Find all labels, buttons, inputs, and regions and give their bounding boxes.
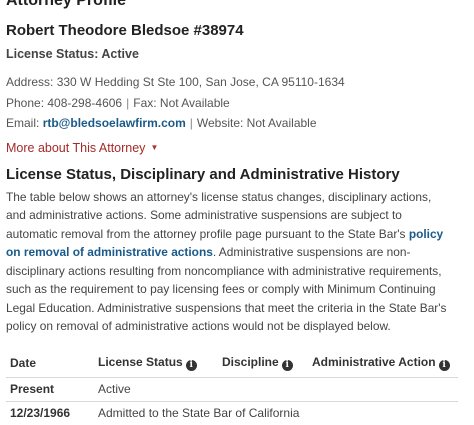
table-row: Present Active bbox=[6, 376, 458, 401]
separator: | bbox=[126, 95, 130, 110]
info-circle-icon[interactable]: i bbox=[185, 360, 197, 371]
table-row: 12/23/1966 Admitted to the State Bar of … bbox=[6, 400, 458, 425]
history-table: Date License Status i Discipline i Adminis… bbox=[6, 352, 458, 425]
separator: | bbox=[189, 116, 193, 130]
phone-text: Phone: 408-298-4606 bbox=[6, 95, 123, 110]
attorney-profile-page: Attorney Profile Robert Theodore Bledsoe… bbox=[6, 0, 466, 425]
section-title: Attorney Profile bbox=[6, 0, 127, 9]
email-link[interactable]: rtb@bledsoelawfirm.com bbox=[43, 116, 186, 130]
history-title: License Status, Disciplinary and Adminis… bbox=[6, 165, 400, 183]
info-circle-icon[interactable]: i bbox=[281, 360, 293, 371]
table-header-row: Date License Status i Discipline i Adminis… bbox=[6, 352, 458, 378]
address-line: Address: 330 W Hedding St Ste 100, San J… bbox=[6, 75, 345, 89]
phone-fax-line: Phone: 408-298-4606 | Fax: Not Available bbox=[6, 93, 466, 114]
row-date: 12/23/1966 bbox=[6, 400, 94, 425]
column-header-discipline: Discipline i bbox=[218, 352, 308, 378]
column-header-date: Date bbox=[10, 356, 37, 370]
more-about-attorney-label: More about This Attorney bbox=[6, 140, 146, 155]
history-description: The table below shows an attorney's lice… bbox=[6, 188, 453, 336]
contact-info: Address: 330 W Hedding St Ste 100, San J… bbox=[6, 72, 466, 134]
caret-down-icon: ▼ bbox=[150, 142, 159, 152]
attorney-name: Robert Theodore Bledsoe #38974 bbox=[6, 22, 244, 39]
column-header-license-status: License Status i bbox=[94, 352, 218, 378]
fax-text: Fax: Not Available bbox=[133, 95, 230, 110]
license-status: License Status: Active bbox=[6, 47, 139, 61]
info-circle-icon[interactable]: i bbox=[438, 360, 450, 371]
row-date: Present bbox=[6, 376, 94, 401]
row-license-status: Active bbox=[94, 376, 458, 401]
column-header-administrative-action: Administrative Action i bbox=[308, 352, 458, 378]
website-text: Website: Not Available bbox=[196, 116, 317, 130]
row-license-status: Admitted to the State Bar of California bbox=[94, 400, 458, 425]
email-website-line: Email: rtb@bledsoelawfirm.com | Website: N… bbox=[6, 113, 466, 134]
history-text-part-1: The table below shows an attorney's lice… bbox=[6, 189, 432, 241]
email-label: Email: bbox=[6, 116, 43, 130]
more-about-attorney-toggle[interactable]: More about This Attorney ▼ bbox=[6, 140, 158, 156]
